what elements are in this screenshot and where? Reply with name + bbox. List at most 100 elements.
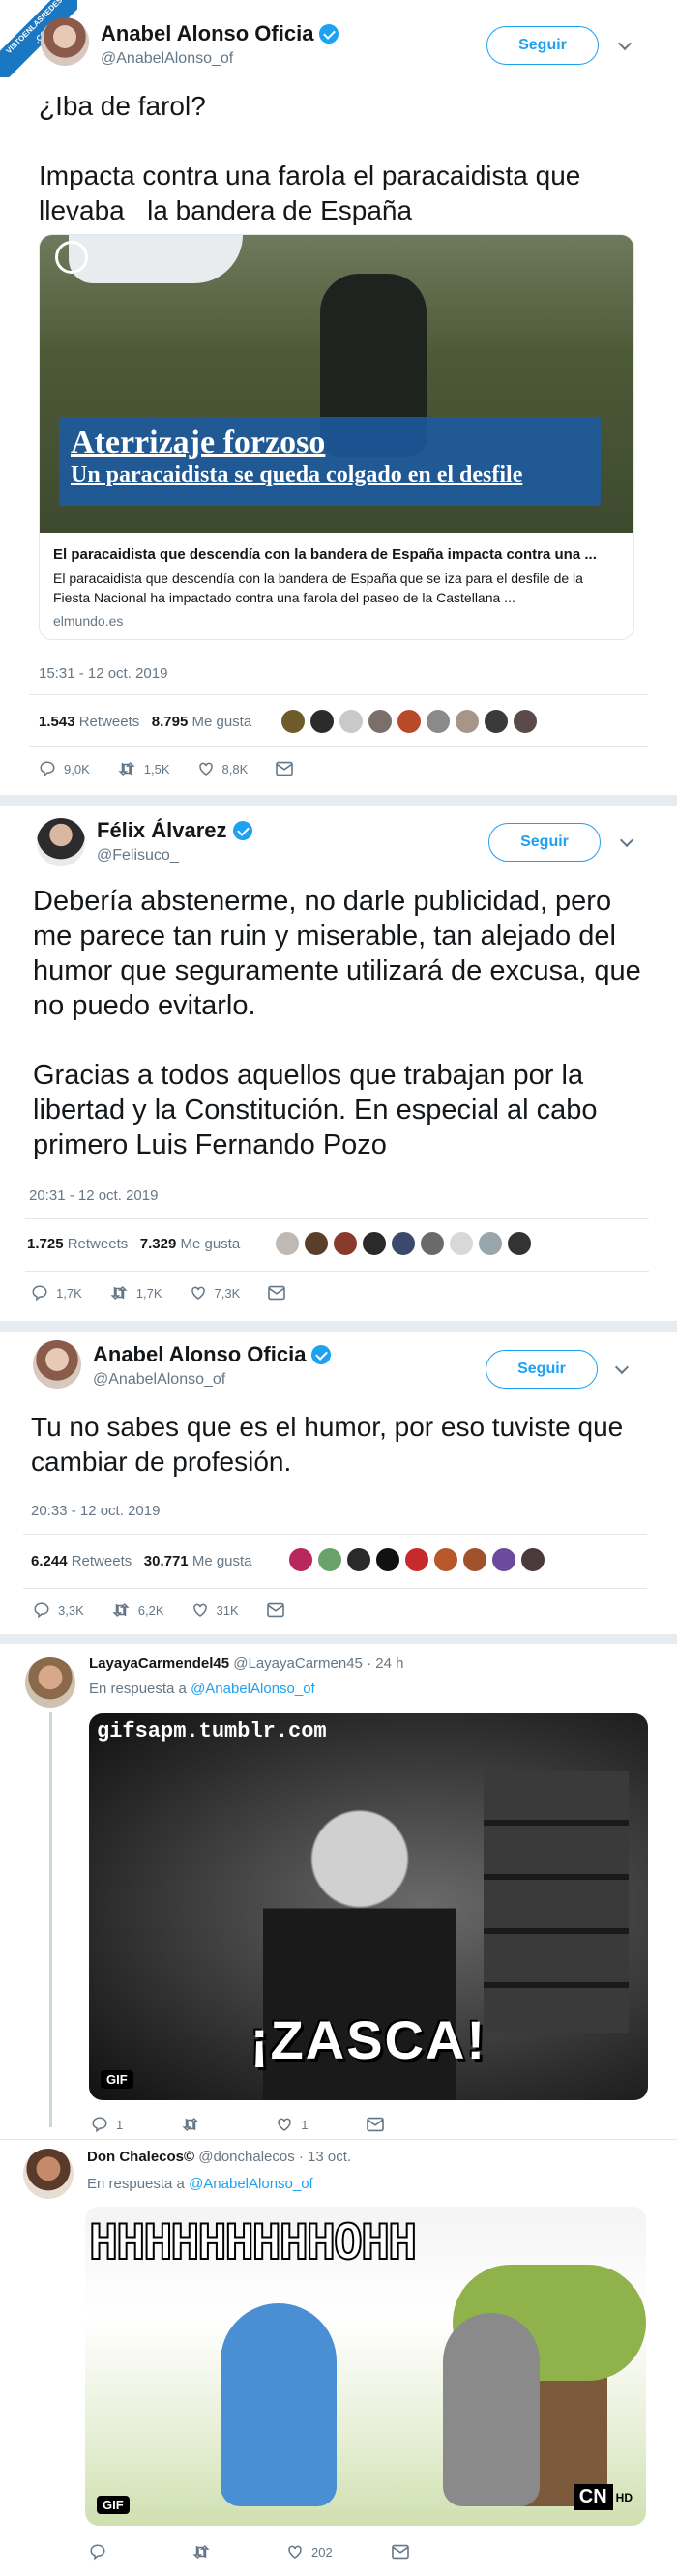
avatar[interactable] bbox=[275, 1231, 300, 1256]
avatar[interactable] bbox=[33, 1340, 81, 1389]
timestamp[interactable]: 15:31 - 12 oct. 2019 bbox=[39, 665, 167, 682]
retweet-button[interactable]: 6,2K bbox=[111, 1601, 164, 1619]
avatar[interactable] bbox=[309, 709, 335, 734]
avatar[interactable] bbox=[491, 1547, 516, 1572]
author-name[interactable]: LayayaCarmendel45 bbox=[89, 1655, 229, 1672]
author-name[interactable]: Félix Álvarez bbox=[97, 818, 252, 843]
avatar[interactable] bbox=[449, 1231, 474, 1256]
avatar[interactable] bbox=[304, 1231, 329, 1256]
retweet-button[interactable]: 1,7K bbox=[109, 1284, 162, 1302]
avatar[interactable] bbox=[368, 709, 393, 734]
avatar[interactable] bbox=[338, 709, 364, 734]
like-total[interactable]: 30.771 bbox=[144, 1553, 189, 1569]
author-handle[interactable]: @AnabelAlonso_of bbox=[93, 1371, 225, 1389]
canopy-shape bbox=[69, 235, 243, 283]
likers-avatars bbox=[280, 709, 542, 734]
retweet-count[interactable]: 1.725 bbox=[27, 1236, 64, 1252]
retweet-action-count: 1,7K bbox=[135, 1285, 162, 1301]
avatar[interactable] bbox=[426, 709, 451, 734]
like-button[interactable]: 8,8K bbox=[197, 760, 248, 777]
action-bar: 1 1 bbox=[91, 2116, 420, 2133]
retweet-count[interactable]: 1.543 bbox=[39, 714, 75, 730]
reply-separator bbox=[0, 2139, 677, 2140]
avatar[interactable] bbox=[333, 1231, 358, 1256]
like-button[interactable]: 202 bbox=[286, 2543, 333, 2561]
avatar[interactable] bbox=[362, 1231, 387, 1256]
avatar[interactable] bbox=[433, 1547, 458, 1572]
retweet-count[interactable]: 6.244 bbox=[31, 1553, 68, 1569]
message-button[interactable] bbox=[275, 761, 302, 776]
like-button[interactable]: 1 bbox=[276, 2116, 308, 2133]
tweet-separator bbox=[0, 1321, 677, 1332]
avatar[interactable] bbox=[317, 1547, 342, 1572]
gif-media[interactable]: gifsapm.tumblr.com ¡ZASCA! GIF bbox=[89, 1713, 648, 2100]
reply-button[interactable]: 3,3K bbox=[33, 1601, 84, 1619]
message-button[interactable] bbox=[267, 1285, 294, 1301]
avatar[interactable] bbox=[420, 1231, 445, 1256]
retweet-button[interactable] bbox=[191, 2543, 219, 2561]
avatar[interactable] bbox=[478, 1231, 503, 1256]
avatar[interactable] bbox=[25, 1657, 75, 1708]
avatar[interactable] bbox=[455, 709, 480, 734]
author-handle[interactable]: @Felisuco_ bbox=[97, 847, 179, 864]
avatar[interactable] bbox=[41, 17, 89, 66]
chevron-down-icon[interactable] bbox=[614, 1360, 630, 1375]
avatar[interactable] bbox=[37, 818, 85, 866]
timestamp[interactable]: 20:33 - 12 oct. 2019 bbox=[31, 1503, 160, 1519]
reply-header: Don Chalecos© @donchalecos · 13 oct. bbox=[87, 2149, 351, 2165]
retweet-icon bbox=[182, 2117, 199, 2132]
reply-button[interactable]: 9,0K bbox=[39, 760, 90, 777]
reply-to-link[interactable]: @AnabelAlonso_of bbox=[191, 1681, 315, 1697]
divider bbox=[23, 1534, 647, 1535]
like-button[interactable]: 7,3K bbox=[190, 1284, 240, 1302]
avatar[interactable] bbox=[513, 709, 538, 734]
stats-row: 1.543 Retweets 8.795 Me gusta bbox=[39, 714, 251, 730]
message-button[interactable] bbox=[266, 1602, 293, 1618]
author-handle[interactable]: @donchalecos bbox=[198, 2149, 294, 2165]
gif-media[interactable]: HHHHHHHHHOHH GIF CN HD bbox=[85, 2207, 646, 2526]
reply-button[interactable]: 1,7K bbox=[31, 1284, 82, 1302]
avatar[interactable] bbox=[23, 2149, 74, 2199]
retweet-button[interactable]: 1,5K bbox=[117, 760, 170, 777]
reply-time[interactable]: · 13 oct. bbox=[299, 2149, 351, 2165]
tweet-2: Félix Álvarez @Felisuco_ Seguir Debería … bbox=[0, 806, 677, 1319]
message-button[interactable] bbox=[391, 2544, 418, 2560]
verified-icon bbox=[319, 24, 339, 44]
avatar[interactable] bbox=[346, 1547, 371, 1572]
retweet-button[interactable] bbox=[181, 2116, 208, 2133]
reply-button[interactable]: 1 bbox=[91, 2116, 123, 2133]
link-card[interactable]: Aterrizaje forzoso Un paracaidista se qu… bbox=[39, 234, 634, 640]
avatar[interactable] bbox=[462, 1547, 487, 1572]
avatar[interactable] bbox=[391, 1231, 416, 1256]
reply-1: LayayaCarmendel45 @LayayaCarmen45 · 24 h… bbox=[0, 1644, 677, 2149]
timestamp[interactable]: 20:31 - 12 oct. 2019 bbox=[29, 1187, 158, 1204]
like-total[interactable]: 7.329 bbox=[140, 1236, 177, 1252]
reply-to-link[interactable]: @AnabelAlonso_of bbox=[189, 2176, 313, 2192]
message-button[interactable] bbox=[366, 2117, 393, 2132]
gif-badge: GIF bbox=[97, 2496, 130, 2514]
avatar[interactable] bbox=[507, 1231, 532, 1256]
avatar[interactable] bbox=[404, 1547, 429, 1572]
reply-time[interactable]: · 24 h bbox=[367, 1655, 403, 1672]
like-total[interactable]: 8.795 bbox=[152, 714, 189, 730]
chevron-down-icon[interactable] bbox=[619, 833, 634, 848]
avatar[interactable] bbox=[280, 709, 306, 734]
avatar[interactable] bbox=[520, 1547, 545, 1572]
chevron-down-icon[interactable] bbox=[617, 36, 633, 51]
avatar[interactable] bbox=[397, 709, 422, 734]
like-button[interactable]: 31K bbox=[191, 1601, 239, 1619]
avatar[interactable] bbox=[375, 1547, 400, 1572]
author-name[interactable]: Don Chalecos© bbox=[87, 2149, 194, 2165]
follow-button[interactable]: Seguir bbox=[488, 823, 601, 862]
follow-button[interactable]: Seguir bbox=[486, 26, 599, 65]
author-name[interactable]: Anabel Alonso Oficia bbox=[101, 21, 339, 46]
follow-button[interactable]: Seguir bbox=[486, 1350, 598, 1389]
logo-icon bbox=[55, 241, 88, 274]
author-handle[interactable]: @LayayaCarmen45 bbox=[233, 1655, 363, 1672]
reply-button[interactable] bbox=[89, 2543, 114, 2561]
avatar[interactable] bbox=[484, 709, 509, 734]
author-handle[interactable]: @AnabelAlonso_of bbox=[101, 50, 233, 68]
card-title: El paracaidista que descendía con la ban… bbox=[53, 546, 597, 563]
avatar[interactable] bbox=[288, 1547, 313, 1572]
author-name[interactable]: Anabel Alonso Oficia bbox=[93, 1342, 332, 1367]
